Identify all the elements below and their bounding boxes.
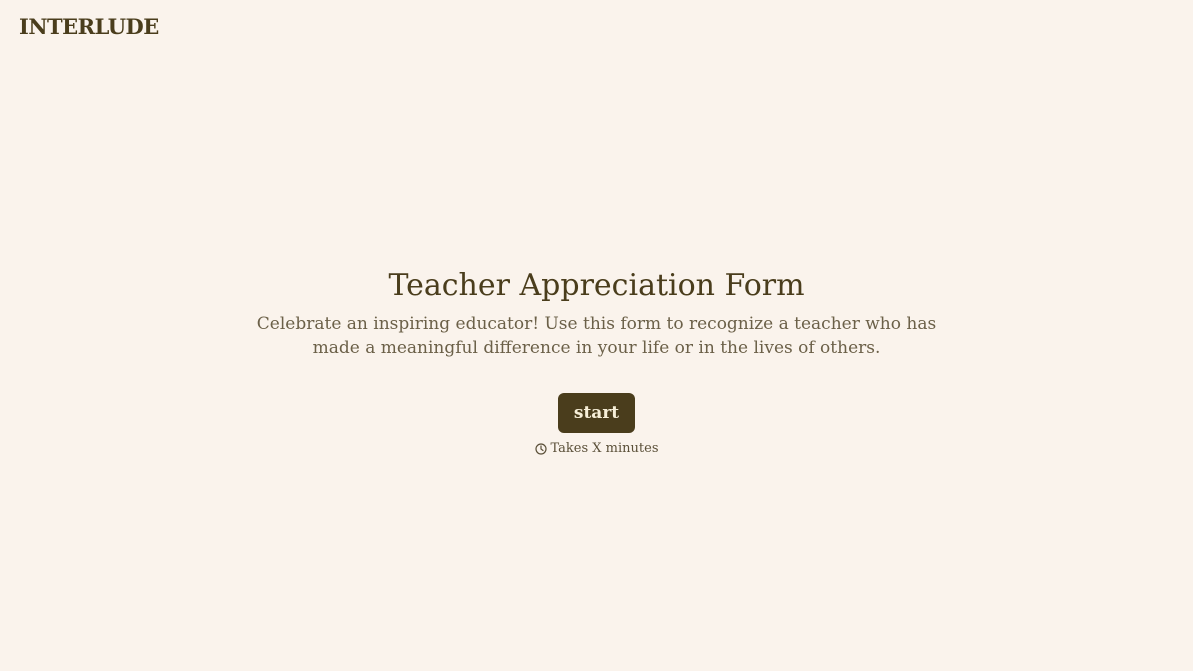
time-estimate-label: Takes X minutes xyxy=(550,441,659,456)
intro-panel: Teacher Appreciation Form Celebrate an i… xyxy=(0,266,1193,456)
clock-icon xyxy=(534,442,547,455)
page: INTERLUDE Teacher Appreciation Form Cele… xyxy=(0,0,1193,671)
time-estimate: Takes X minutes xyxy=(0,441,1193,456)
form-description: Celebrate an inspiring educator! Use thi… xyxy=(256,314,937,358)
start-button[interactable]: start xyxy=(557,393,636,433)
page-title: Teacher Appreciation Form xyxy=(388,268,805,303)
brand-logo[interactable]: INTERLUDE xyxy=(19,14,159,39)
